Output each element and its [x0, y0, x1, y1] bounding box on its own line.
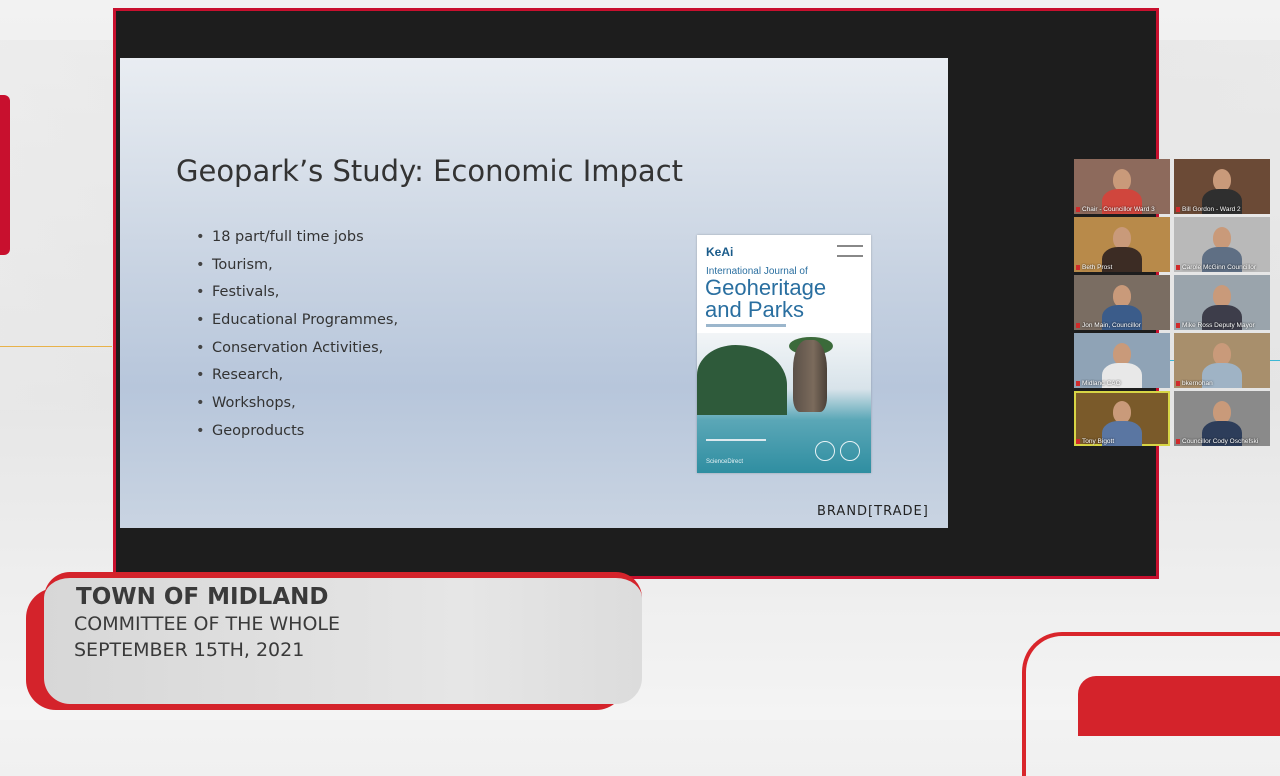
participant-name-text: Bill Gordon - Ward 2 — [1182, 206, 1241, 213]
participant-tile[interactable]: Beth Prost — [1074, 217, 1170, 272]
muted-mic-icon — [1176, 323, 1180, 328]
participant-name-text: Jon Main, Councillor — [1082, 322, 1141, 329]
meeting-name: COMMITTEE OF THE WHOLE — [74, 613, 341, 635]
video-frame: Geopark’s Study: Economic Impact • 18 par… — [113, 8, 1270, 579]
muted-mic-icon — [1076, 265, 1080, 270]
keai-logo: KeAi — [706, 245, 734, 259]
bullet-dot-icon: • — [196, 284, 205, 301]
bullet-dot-icon: • — [196, 256, 205, 273]
background-red-block — [1078, 676, 1280, 736]
participant-tile[interactable]: Tony Bigott — [1074, 391, 1170, 446]
background-gold-line — [0, 346, 112, 347]
bullet-dot-icon: • — [196, 367, 205, 384]
participant-name: Chair - Councillor Ward 3 — [1074, 205, 1170, 214]
participant-tile[interactable]: Chair - Councillor Ward 3 — [1074, 159, 1170, 214]
bullet-dot-icon: • — [196, 422, 205, 439]
bullet-item: • Workshops, — [196, 390, 398, 418]
background-red-accent-left — [0, 95, 10, 255]
participant-face — [1213, 285, 1231, 307]
participant-name: Beth Prost — [1074, 263, 1170, 272]
participant-face — [1213, 401, 1231, 423]
muted-mic-icon — [1176, 265, 1180, 270]
participant-face — [1113, 343, 1131, 365]
bullet-dot-icon: • — [196, 339, 205, 356]
bullet-dot-icon: • — [196, 395, 205, 412]
brand-trade-logo: BRAND[TRADE] — [817, 504, 929, 519]
participant-face — [1113, 401, 1131, 423]
participant-face — [1213, 169, 1231, 191]
participant-name: Mike Ross Deputy Mayor — [1174, 321, 1270, 330]
bullet-text: Tourism, — [212, 256, 273, 273]
participant-name-text: Tony Bigott — [1082, 438, 1115, 445]
participant-name: Tony Bigott — [1074, 437, 1170, 446]
participant-tile[interactable]: Bill Gordon - Ward 2 — [1174, 159, 1270, 214]
participant-face — [1213, 343, 1231, 365]
sciencedirect-logo: ScienceDirect — [706, 459, 744, 465]
participant-name-text: Chair - Councillor Ward 3 — [1082, 206, 1155, 213]
cover-chinese-text — [706, 439, 766, 447]
muted-mic-icon — [1076, 439, 1080, 444]
participant-name: Bill Gordon - Ward 2 — [1174, 205, 1270, 214]
bullet-list: • 18 part/full time jobs • Tourism, • Festiva… — [196, 224, 398, 446]
slide-title: Geopark’s Study: Economic Impact — [176, 154, 684, 188]
muted-mic-icon — [1176, 381, 1180, 386]
muted-mic-icon — [1076, 207, 1080, 212]
bullet-text: Research, — [212, 367, 284, 384]
journal-title-line2: Geoheritage — [705, 275, 827, 300]
participant-name: Midland CAO — [1074, 379, 1170, 388]
journal-meta-line — [706, 324, 786, 327]
muted-mic-icon — [1176, 207, 1180, 212]
cover-seal-icon — [840, 441, 860, 461]
bullet-text: Conservation Activities, — [212, 339, 384, 356]
participant-face — [1113, 169, 1131, 191]
bullet-text: Festivals, — [212, 284, 280, 301]
bullet-item: • 18 part/full time jobs — [196, 224, 398, 252]
participant-tile[interactable]: Carole McGinn Councillor — [1174, 217, 1270, 272]
participant-tile[interactable]: Jon Main, Councillor — [1074, 275, 1170, 330]
participant-tile[interactable]: Midland CAO — [1074, 333, 1170, 388]
journal-cover-image: KeAi International Journal of Geoheritag… — [697, 235, 871, 473]
bullet-dot-icon: • — [196, 229, 205, 245]
journal-title-line3: and Parks — [705, 297, 805, 322]
participant-name-text: Councillor Cody Oschefski — [1182, 438, 1259, 445]
shared-presentation-slide: Geopark’s Study: Economic Impact • 18 par… — [120, 58, 948, 528]
participant-gallery: Chair - Councillor Ward 3 Bill Gordon - W… — [1074, 159, 1270, 449]
participant-tile[interactable]: bkernohan — [1174, 333, 1270, 388]
participant-face — [1113, 227, 1131, 249]
participant-name-text: Mike Ross Deputy Mayor — [1182, 322, 1255, 329]
bullet-item: • Research, — [196, 362, 398, 390]
participant-tile[interactable]: Mike Ross Deputy Mayor — [1174, 275, 1270, 330]
bullet-item: • Festivals, — [196, 279, 398, 307]
bullet-item: • Educational Programmes, — [196, 307, 398, 335]
bullet-item: • Geoproducts — [196, 418, 398, 446]
participant-name: Carole McGinn Councillor — [1174, 263, 1270, 272]
bullet-text: 18 part/full time jobs — [212, 229, 364, 245]
participant-name: bkernohan — [1174, 379, 1270, 388]
bullet-text: Geoproducts — [212, 422, 305, 439]
muted-mic-icon — [1176, 439, 1180, 444]
bullet-text: Educational Programmes, — [212, 312, 399, 329]
organization-name: TOWN OF MIDLAND — [76, 584, 329, 610]
cover-photo-sea-stack — [793, 340, 827, 412]
bullet-item: • Conservation Activities, — [196, 335, 398, 363]
cover-seal-icon — [815, 441, 835, 461]
bullet-item: • Tourism, — [196, 252, 398, 280]
publisher-mark — [837, 245, 863, 257]
participant-name: Jon Main, Councillor — [1074, 321, 1170, 330]
muted-mic-icon — [1076, 381, 1080, 386]
participant-face — [1113, 285, 1131, 307]
participant-name: Councillor Cody Oschefski — [1174, 437, 1270, 446]
participant-name-text: Beth Prost — [1082, 264, 1113, 271]
bullet-dot-icon: • — [196, 312, 205, 329]
muted-mic-icon — [1076, 323, 1080, 328]
participant-name-text: Carole McGinn Councillor — [1182, 264, 1257, 271]
bullet-text: Workshops, — [212, 395, 296, 412]
participant-tile[interactable]: Councillor Cody Oschefski — [1174, 391, 1270, 446]
participant-name-text: Midland CAO — [1082, 380, 1121, 387]
participant-face — [1213, 227, 1231, 249]
participant-name-text: bkernohan — [1182, 380, 1213, 387]
meeting-date: SEPTEMBER 15TH, 2021 — [74, 639, 305, 661]
